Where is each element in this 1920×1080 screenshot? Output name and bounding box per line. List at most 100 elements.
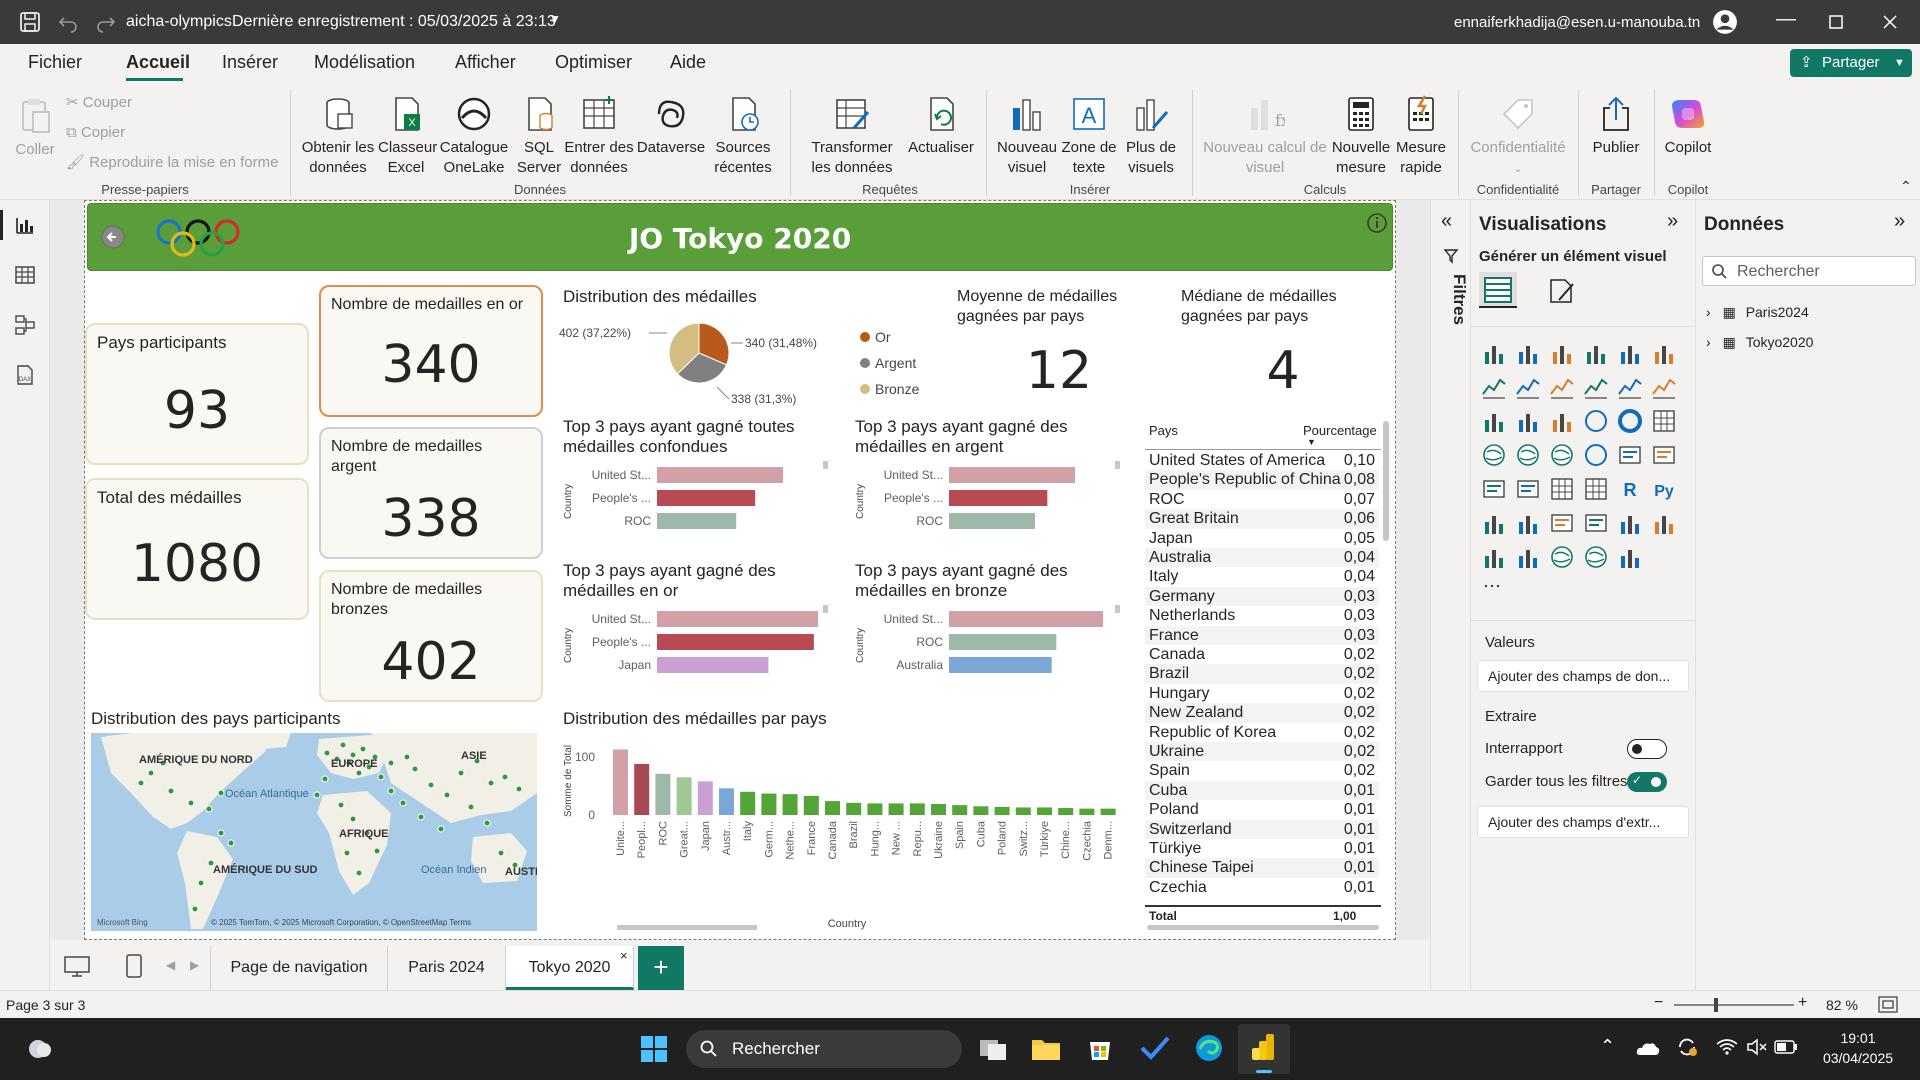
- build-visual-tab[interactable]: [1479, 272, 1517, 308]
- windows-start-icon[interactable]: [640, 1035, 668, 1063]
- weather-icon[interactable]: [26, 1036, 54, 1060]
- map-icon[interactable]: [1481, 442, 1507, 468]
- map-point[interactable]: [411, 765, 419, 773]
- line-icon[interactable]: [1481, 374, 1507, 400]
- scrollbar[interactable]: [617, 925, 757, 930]
- percent-table[interactable]: Pays Pourcentage ▼ United States of Amer…: [1143, 415, 1391, 935]
- volume-muted-icon[interactable]: [1746, 1038, 1768, 1056]
- goals-icon[interactable]: [1617, 510, 1643, 536]
- copier-button[interactable]: ⧉ Copier: [66, 123, 125, 143]
- bar[interactable]: [657, 634, 814, 650]
- table-scrollbar[interactable]: [1383, 421, 1389, 541]
- filters-pane-collapsed[interactable]: « Filtres: [1430, 200, 1470, 990]
- table-header-pays[interactable]: Pays: [1149, 423, 1178, 438]
- map-point[interactable]: [377, 773, 385, 781]
- waterfall-icon[interactable]: [1481, 408, 1507, 434]
- power-apps-icon[interactable]: [1481, 544, 1507, 570]
- ms-store-icon[interactable]: [1086, 1034, 1114, 1062]
- scrollbar[interactable]: [1115, 605, 1120, 613]
- matrix-icon[interactable]: [1583, 476, 1609, 502]
- map-point[interactable]: [343, 849, 351, 857]
- table-row[interactable]: Türkiye 0,01: [1145, 839, 1379, 859]
- table-row[interactable]: Netherlands 0,03: [1145, 606, 1379, 626]
- qa-icon[interactable]: [1549, 510, 1575, 536]
- filled-map-icon[interactable]: [1515, 442, 1541, 468]
- edge-icon[interactable]: [1194, 1033, 1224, 1063]
- entrer-donnees-button[interactable]: Entrer des données: [564, 94, 634, 178]
- map-point[interactable]: [515, 785, 523, 793]
- table-row[interactable]: Italy 0,04: [1145, 567, 1379, 587]
- bar-13[interactable]: [888, 803, 904, 815]
- plus-visuels-button[interactable]: Plus de visuels: [1120, 94, 1182, 178]
- gauge-icon[interactable]: [1583, 442, 1609, 468]
- narrative-icon[interactable]: [1583, 510, 1609, 536]
- copilot-button[interactable]: Copilot: [1660, 94, 1716, 158]
- map-point[interactable]: [147, 769, 155, 777]
- dax-query-icon[interactable]: DAX: [14, 364, 36, 386]
- interrapport-toggle[interactable]: [1627, 739, 1667, 759]
- maximize-icon[interactable]: [1828, 14, 1844, 30]
- map-point[interactable]: [187, 799, 195, 807]
- arcgis-icon[interactable]: [1549, 544, 1575, 570]
- bar[interactable]: [657, 467, 783, 483]
- map-point[interactable]: [467, 803, 475, 811]
- menu-fichier[interactable]: Fichier: [28, 52, 82, 73]
- bar-14[interactable]: [909, 803, 925, 815]
- stacked-area-icon[interactable]: [1549, 374, 1575, 400]
- map-point[interactable]: [205, 805, 213, 813]
- table-row[interactable]: Australia 0,04: [1145, 548, 1379, 568]
- sql-server-button[interactable]: SQL Server: [514, 94, 564, 178]
- kpi-icon[interactable]: [1481, 476, 1507, 502]
- trend-icon[interactable]: [1617, 544, 1643, 570]
- transformer-button[interactable]: Transformer les données: [800, 94, 904, 178]
- confidentialite-button[interactable]: Confidentialité ⌄: [1466, 94, 1570, 179]
- share-button[interactable]: ⇪ Partager ▼: [1790, 49, 1912, 77]
- bar-11[interactable]: [846, 802, 862, 815]
- map-point[interactable]: [427, 781, 435, 789]
- zoom-in-icon[interactable]: +: [1798, 994, 1807, 1012]
- chevron-down-icon[interactable]: ▼: [549, 12, 561, 26]
- onelake-button[interactable]: Catalogue OneLake: [436, 94, 512, 178]
- bar-6[interactable]: [740, 791, 756, 815]
- zoom-slider-thumb[interactable]: [1714, 998, 1718, 1012]
- bar-18[interactable]: [994, 806, 1010, 815]
- map-point[interactable]: [321, 775, 329, 783]
- table-row[interactable]: Spain 0,02: [1145, 761, 1379, 781]
- bar-17[interactable]: [973, 806, 989, 815]
- map-point[interactable]: [197, 879, 205, 887]
- table-row[interactable]: ROC 0,07: [1145, 489, 1379, 510]
- close-tab-icon[interactable]: ×: [620, 948, 628, 963]
- bar-8[interactable]: [782, 794, 798, 815]
- bar-3[interactable]: [676, 777, 692, 815]
- line-clustered-icon[interactable]: [1617, 374, 1643, 400]
- top3-or-visual[interactable]: Top 3 pays ayant gagné des médailles en …: [557, 559, 837, 699]
- table-row[interactable]: Ukraine 0,02: [1145, 742, 1379, 762]
- onedrive-icon[interactable]: [1636, 1040, 1660, 1056]
- bar-10[interactable]: [825, 801, 840, 815]
- info-icon[interactable]: [1366, 212, 1388, 234]
- bar-1[interactable]: [634, 763, 650, 815]
- map-point[interactable]: [387, 787, 395, 795]
- tab-page-navigation[interactable]: Page de navigation: [210, 946, 388, 990]
- bar[interactable]: [949, 611, 1103, 627]
- 100-column-icon[interactable]: [1651, 340, 1677, 366]
- scatter-icon[interactable]: [1549, 408, 1575, 434]
- map-point[interactable]: [403, 753, 411, 761]
- funnel-icon[interactable]: [1515, 408, 1541, 434]
- report-view-icon[interactable]: [14, 214, 36, 236]
- clock[interactable]: 19:01 03/04/2025: [1808, 1028, 1908, 1068]
- scrollbar[interactable]: [823, 605, 828, 613]
- zoom-out-icon[interactable]: −: [1654, 994, 1663, 1012]
- undo-icon[interactable]: [56, 10, 80, 34]
- collapse-visualizations-icon[interactable]: »: [1667, 210, 1678, 233]
- map-point[interactable]: [457, 769, 465, 777]
- map-point[interactable]: [359, 745, 367, 753]
- table-row[interactable]: Brazil 0,02: [1145, 664, 1379, 684]
- stacked-bar-icon[interactable]: [1481, 340, 1507, 366]
- map-point[interactable]: [483, 819, 491, 827]
- decomposition-icon[interactable]: [1515, 510, 1541, 536]
- card-icon[interactable]: [1617, 442, 1643, 468]
- table-row[interactable]: Czechia 0,01: [1145, 877, 1379, 898]
- clustered-column-icon[interactable]: [1583, 340, 1609, 366]
- bar[interactable]: [657, 611, 818, 627]
